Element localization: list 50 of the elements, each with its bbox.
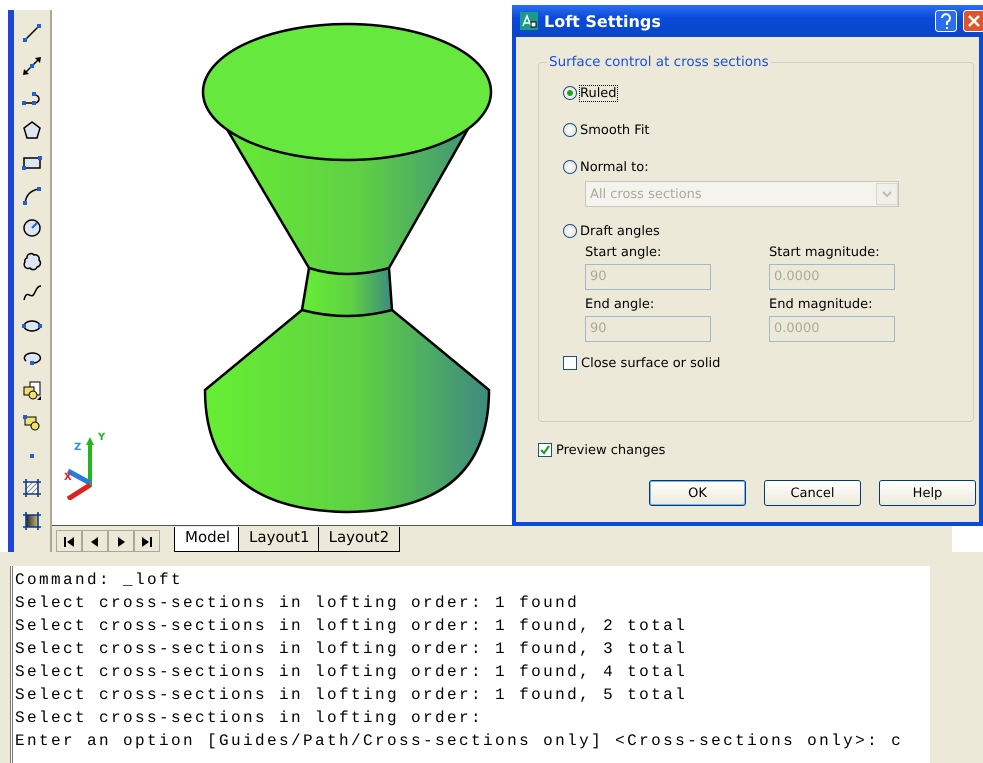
gradient-icon[interactable]	[21, 510, 43, 532]
command-line: Select cross-sections in lofting order: 1 found, 4 total	[15, 662, 688, 683]
radio-label[interactable]: Normal to:	[580, 160, 649, 174]
radio-button[interactable]	[563, 123, 577, 137]
radio-button[interactable]	[563, 224, 577, 238]
field-label: Start angle:	[585, 245, 662, 260]
radio-button[interactable]	[563, 86, 577, 100]
app-icon	[520, 12, 538, 30]
insert-block-icon[interactable]	[21, 380, 43, 402]
field-label: Start magnitude:	[769, 245, 881, 260]
ucs-axis-label: Z	[74, 442, 82, 453]
checkbox[interactable]	[538, 443, 552, 457]
ucs-axis-label: X	[64, 472, 72, 483]
close-icon[interactable]	[963, 10, 983, 32]
dialog-button[interactable]: Help	[879, 480, 976, 506]
pentagon-icon[interactable]	[21, 120, 43, 142]
radio-label[interactable]: Ruled	[580, 86, 617, 100]
command-line: Select cross-sections in lofting order: 1 found	[15, 593, 580, 614]
command-line: Command: _loft	[15, 570, 184, 591]
command-line: Select cross-sections in lofting order: 1 found, 3 total	[15, 639, 688, 660]
previous-icon[interactable]	[82, 530, 108, 552]
help-icon[interactable]	[935, 10, 957, 32]
checkbox-label[interactable]: Close surface or solid	[581, 356, 720, 370]
dialog-button[interactable]: Cancel	[764, 480, 861, 506]
layout-tab[interactable]: Layout2	[318, 527, 400, 552]
double-arrow-line-icon[interactable]	[21, 54, 43, 76]
ucs-axes-icon	[66, 436, 96, 500]
last-icon[interactable]	[134, 530, 160, 552]
command-line: Select cross-sections in lofting order: 1 found, 2 total	[15, 616, 688, 637]
first-icon[interactable]	[56, 530, 82, 552]
dialog-title: Loft Settings	[544, 12, 662, 30]
arc-icon[interactable]	[21, 184, 43, 206]
field-label: End angle:	[585, 297, 656, 312]
dialog-button[interactable]: OK	[649, 480, 746, 506]
checkbox[interactable]	[563, 356, 577, 370]
radio-button[interactable]	[563, 160, 577, 174]
layout-tab[interactable]: Layout1	[238, 527, 321, 552]
ucs-axis-label: Y	[98, 432, 106, 443]
line-icon[interactable]	[21, 22, 43, 44]
command-line: Select cross-sections in lofting order:	[15, 708, 484, 729]
command-line: Select cross-sections in lofting order: 1 found, 5 total	[15, 685, 688, 706]
radio-label[interactable]: Draft angles	[580, 224, 660, 238]
radio-label[interactable]: Smooth Fit	[580, 122, 650, 138]
check-icon	[540, 445, 550, 455]
command-line: Enter an option [Guides/Path/Cross-sections only] <Cross-sections only>: c	[15, 731, 904, 752]
next-icon[interactable]	[108, 530, 134, 552]
circle-icon[interactable]	[21, 217, 43, 239]
field-label: End magnitude:	[769, 297, 874, 312]
checkbox-label[interactable]: Preview changes	[556, 442, 666, 458]
hatch-icon[interactable]	[21, 477, 43, 499]
